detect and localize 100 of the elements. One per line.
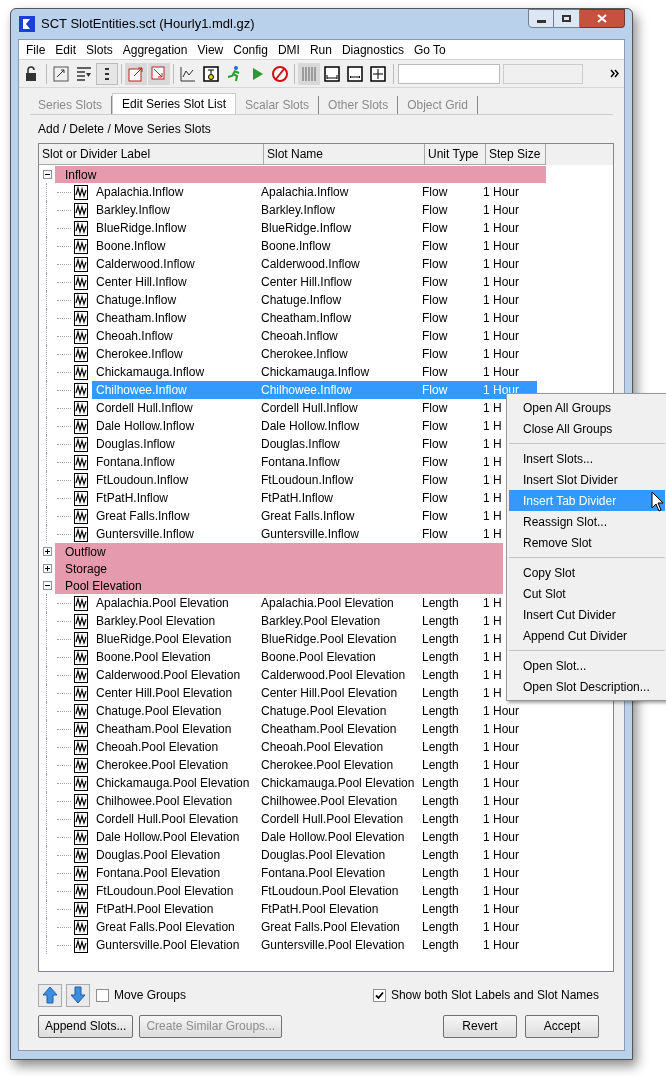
slot-row[interactable]: Barkley.Inflow Barkley.Inflow Flow 1 Hour bbox=[92, 201, 537, 219]
slot-row[interactable]: FtLoudoun.Pool Elevation FtLoudoun.Pool Elevation Length 1 Hour bbox=[92, 882, 537, 900]
context-menu-item[interactable]: Reassign Slot... bbox=[509, 511, 665, 532]
slot-row[interactable]: Cheatham.Inflow Cheatham.Inflow Flow 1 Hour bbox=[92, 309, 537, 327]
slot-row[interactable]: Chatuge.Pool Elevation Chatuge.Pool Elevation Length 1 Hour bbox=[92, 702, 537, 720]
menu-item[interactable]: Diagnostics bbox=[336, 40, 409, 59]
push-button[interactable]: Accept bbox=[525, 1014, 599, 1038]
series-slot-icon bbox=[74, 865, 88, 881]
app-logo-icon bbox=[19, 16, 35, 32]
slot-row[interactable]: Cheatham.Pool Elevation Cheatham.Pool Elevation Length 1 Hour bbox=[92, 720, 537, 738]
slot-row[interactable]: Guntersville.Pool Elevation Guntersville.Pool Elevation Length 1 Hour bbox=[92, 936, 537, 954]
slot-row[interactable]: Chickamauga.Pool Elevation Chickamauga.Pool Elevation Length 1 Hour bbox=[92, 774, 537, 792]
maximize-button[interactable] bbox=[554, 9, 580, 28]
checkbox[interactable] bbox=[96, 988, 109, 1002]
table-cell-text: FtLoudoun.Pool Elevation bbox=[260, 883, 400, 900]
table-cell-text: 1 Hour bbox=[482, 703, 521, 720]
slot-row[interactable]: Cheoah.Pool Elevation Cheoah.Pool Elevation Length 1 Hour bbox=[92, 738, 537, 756]
group-divider-row[interactable]: Outflow bbox=[55, 543, 503, 560]
minimize-button[interactable] bbox=[528, 9, 554, 28]
table-cell-text: Length bbox=[421, 829, 460, 846]
table-cell-text: Flow bbox=[421, 202, 449, 219]
slot-row[interactable]: Chilhowee.Pool Elevation Chilhowee.Pool Elevation Length 1 Hour bbox=[92, 792, 537, 810]
slot-row[interactable]: Boone.Inflow Boone.Inflow Flow 1 Hour bbox=[92, 237, 537, 255]
slot-row[interactable]: Cheoah.Inflow Cheoah.Inflow Flow 1 Hour bbox=[92, 327, 537, 345]
push-button[interactable]: Append Slots... bbox=[38, 1014, 134, 1038]
slot-row[interactable]: Cherokee.Pool Elevation Cherokee.Pool Elevation Length 1 Hour bbox=[92, 756, 537, 774]
context-menu-item[interactable]: Remove Slot bbox=[509, 532, 665, 553]
series-slot-icon bbox=[74, 328, 88, 344]
tab[interactable]: Edit Series Slot List bbox=[112, 93, 237, 114]
menu-item[interactable]: Aggregation bbox=[117, 40, 193, 59]
move-down-button[interactable] bbox=[66, 983, 90, 1007]
table-cell-text: Chilhowee.Pool Elevation bbox=[260, 793, 399, 810]
context-menu-item[interactable]: Close All Groups bbox=[509, 418, 665, 439]
menu-item[interactable]: View bbox=[192, 40, 229, 59]
overflow-chevron-icon[interactable] bbox=[610, 69, 620, 78]
input-field[interactable] bbox=[503, 63, 583, 84]
table-cell-text: 1 Hour bbox=[482, 775, 521, 792]
collapse-icon[interactable] bbox=[42, 170, 52, 179]
table-cell-text: 1 Hour bbox=[482, 238, 521, 255]
menu-item[interactable]: File bbox=[21, 40, 51, 59]
close-button[interactable] bbox=[580, 9, 625, 28]
context-menu-item[interactable]: Open Slot Description... bbox=[509, 676, 665, 697]
push-button[interactable]: Revert bbox=[443, 1014, 517, 1038]
context-menu-item[interactable]: Insert Slot Divider bbox=[509, 469, 665, 490]
column-header[interactable]: Slot Name bbox=[264, 144, 425, 165]
move-up-button[interactable] bbox=[38, 983, 62, 1007]
context-menu-item[interactable]: Open All Groups bbox=[509, 397, 665, 418]
column-header[interactable]: Unit Type bbox=[425, 144, 486, 165]
list-icon[interactable] bbox=[96, 62, 118, 85]
column-header[interactable]: Step Size bbox=[486, 144, 546, 165]
slot-row[interactable]: Chatuge.Inflow Chatuge.Inflow Flow 1 Hour bbox=[92, 291, 537, 309]
slot-row[interactable]: Chickamauga.Inflow Chickamauga.Inflow Flow 1 Hour bbox=[92, 363, 537, 381]
menu-item[interactable]: Edit bbox=[50, 40, 82, 59]
table-cell-text: 1 Hour bbox=[482, 274, 521, 291]
menu-item[interactable]: Go To bbox=[408, 40, 451, 59]
context-menu-item[interactable]: Insert Cut Divider bbox=[509, 604, 665, 625]
slot-row[interactable]: Calderwood.Inflow Calderwood.Inflow Flow 1 Hour bbox=[92, 255, 537, 273]
table-cell-text: Flow bbox=[421, 454, 449, 471]
table-cell-text: Length bbox=[421, 703, 460, 720]
table-cell-text: Chatuge.Inflow bbox=[95, 292, 178, 309]
table-cell-text: Flow bbox=[421, 256, 449, 273]
table-cell-text: Flow bbox=[421, 292, 449, 309]
group-divider-row[interactable]: Inflow bbox=[55, 166, 546, 183]
checkbox[interactable] bbox=[372, 988, 386, 1002]
slot-row[interactable]: Dale Hollow.Pool Elevation Dale Hollow.Pool Elevation Length 1 Hour bbox=[92, 828, 537, 846]
slot-row[interactable]: Douglas.Pool Elevation Douglas.Pool Elevation Length 1 Hour bbox=[92, 846, 537, 864]
menu-item[interactable]: DMI bbox=[272, 40, 305, 59]
slot-row[interactable]: Center Hill.Inflow Center Hill.Inflow Flow 1 Hour bbox=[92, 273, 537, 291]
column-header[interactable]: Slot or Divider Label bbox=[39, 144, 264, 165]
context-menu-item[interactable]: Append Cut Divider bbox=[509, 625, 665, 646]
menu-item[interactable]: Run bbox=[304, 40, 337, 59]
expand-icon[interactable] bbox=[42, 547, 52, 556]
table-cell-text: Guntersville.Pool Elevation bbox=[260, 937, 406, 954]
collapse-icon[interactable] bbox=[42, 581, 52, 590]
table-cell-text: Length bbox=[421, 847, 460, 864]
context-menu-item[interactable]: Open Slot... bbox=[509, 655, 665, 676]
table-cell-text: 1 Hour bbox=[482, 220, 521, 237]
slot-row[interactable]: Fontana.Pool Elevation Fontana.Pool Elevation Length 1 Hour bbox=[92, 864, 537, 882]
context-menu-item[interactable]: Copy Slot bbox=[509, 562, 665, 583]
context-menu-item[interactable]: Insert Slots... bbox=[509, 448, 665, 469]
group-divider-row[interactable]: Pool Elevation bbox=[55, 577, 503, 594]
menu-item[interactable]: Slots bbox=[81, 40, 118, 59]
expand-icon[interactable] bbox=[42, 564, 52, 573]
series-slot-icon bbox=[74, 472, 88, 488]
slot-row[interactable]: Great Falls.Pool Elevation Great Falls.Pool Elevation Length 1 Hour bbox=[92, 918, 537, 936]
slot-row[interactable]: Cordell Hull.Pool Elevation Cordell Hull.Pool Elevation Length 1 Hour bbox=[92, 810, 537, 828]
table-cell-text: 1 Hour bbox=[482, 919, 521, 936]
table-cell-text: 1 Hour bbox=[482, 865, 521, 882]
context-menu-item[interactable]: Cut Slot bbox=[509, 583, 665, 604]
slot-row[interactable]: BlueRidge.Inflow BlueRidge.Inflow Flow 1 Hour bbox=[92, 219, 537, 237]
menu-item[interactable]: Config bbox=[228, 40, 273, 59]
table-cell-text: Length bbox=[421, 865, 460, 882]
input-field[interactable] bbox=[398, 63, 500, 84]
slot-row[interactable]: Cherokee.Inflow Cherokee.Inflow Flow 1 Hour bbox=[92, 345, 537, 363]
table-cell-text: Flow bbox=[421, 346, 449, 363]
table-cell-text: Flow bbox=[421, 400, 449, 417]
slot-row[interactable]: Apalachia.Inflow Apalachia.Inflow Flow 1 Hour bbox=[92, 183, 537, 201]
series-slot-icon bbox=[74, 238, 88, 254]
group-divider-row[interactable]: Storage bbox=[55, 560, 503, 577]
slot-row[interactable]: FtPatH.Pool Elevation FtPatH.Pool Elevation Length 1 Hour bbox=[92, 900, 537, 918]
